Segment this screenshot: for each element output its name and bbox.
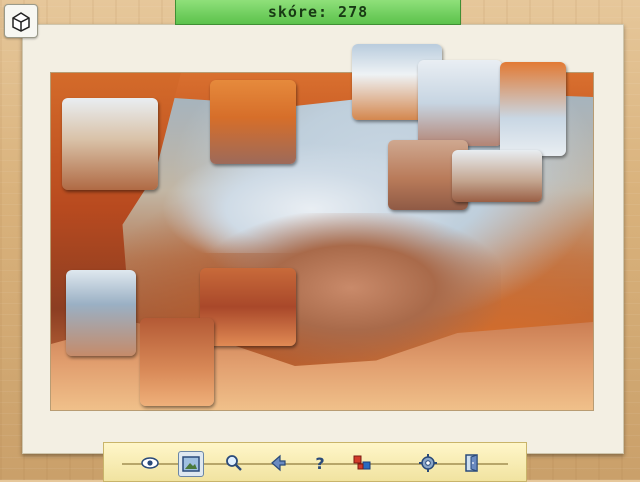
exit-door-icon — [465, 454, 478, 472]
puzzle-piece[interactable] — [418, 60, 502, 146]
picture-frame-icon — [182, 456, 200, 472]
picture-frame-button[interactable] — [178, 451, 204, 477]
magnifier-button[interactable] — [222, 451, 246, 475]
exit-button[interactable] — [460, 451, 484, 475]
puzzle-piece[interactable] — [452, 150, 542, 202]
puzzle-piece[interactable] — [200, 268, 296, 346]
scatter-pieces-icon — [353, 455, 371, 470]
help-icon: ? — [315, 454, 324, 473]
eye-icon — [141, 457, 159, 469]
scatter-pieces-button[interactable] — [350, 451, 374, 475]
help-button[interactable]: ? — [308, 451, 332, 475]
score-display: skóre: 278 — [175, 0, 461, 25]
magnifier-icon — [226, 455, 242, 471]
svg-text:?: ? — [315, 454, 324, 473]
puzzle-piece[interactable] — [62, 98, 158, 190]
sort-pieces-icon — [271, 454, 286, 472]
puzzle-piece[interactable] — [500, 62, 566, 156]
sort-pieces-button[interactable] — [266, 451, 290, 475]
settings-gear-icon — [419, 454, 437, 472]
score-text: skóre: 278 — [267, 3, 369, 21]
puzzle-piece[interactable] — [210, 80, 296, 164]
puzzle-piece[interactable] — [66, 270, 136, 356]
eye-button[interactable] — [138, 451, 162, 475]
settings-button[interactable] — [416, 451, 440, 475]
toolbar: ? — [103, 442, 527, 482]
puzzle-piece[interactable] — [140, 318, 214, 406]
puzzle-box-button[interactable] — [4, 4, 38, 38]
puzzle-box-icon — [12, 12, 30, 32]
